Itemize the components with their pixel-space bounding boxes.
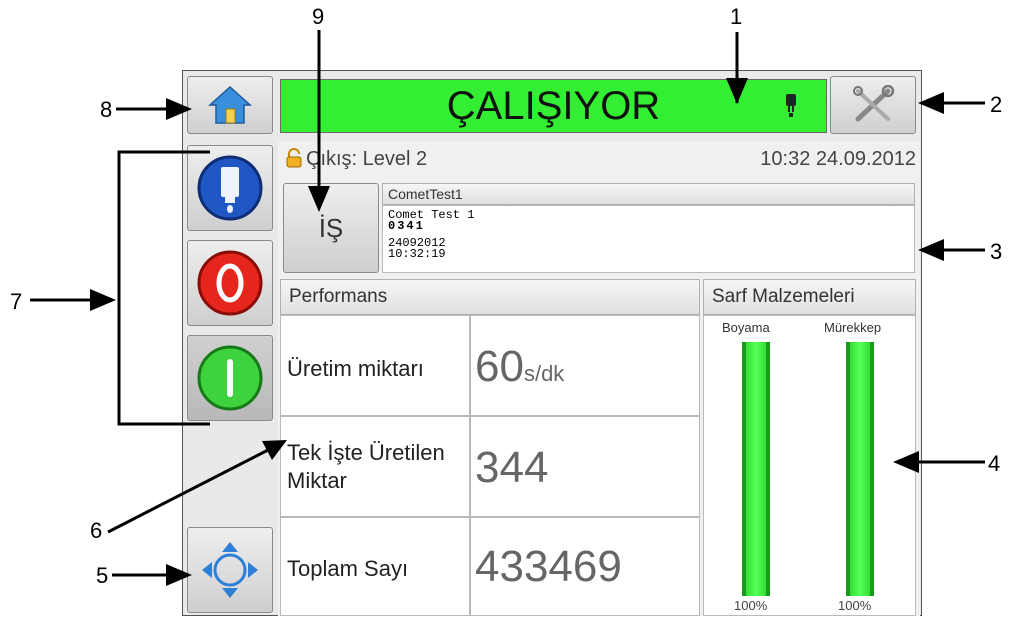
callout-number: 3 <box>990 239 1003 264</box>
callout-number: 8 <box>100 97 113 122</box>
callout-number: 4 <box>988 451 1001 476</box>
callout-number: 2 <box>990 92 1003 117</box>
callout-number: 9 <box>312 4 325 29</box>
callout-number: 6 <box>90 518 103 543</box>
callout-lines <box>30 30 985 586</box>
callout-number: 1 <box>730 4 743 29</box>
callout-number: 5 <box>96 563 109 588</box>
callout-number: 7 <box>10 289 23 314</box>
